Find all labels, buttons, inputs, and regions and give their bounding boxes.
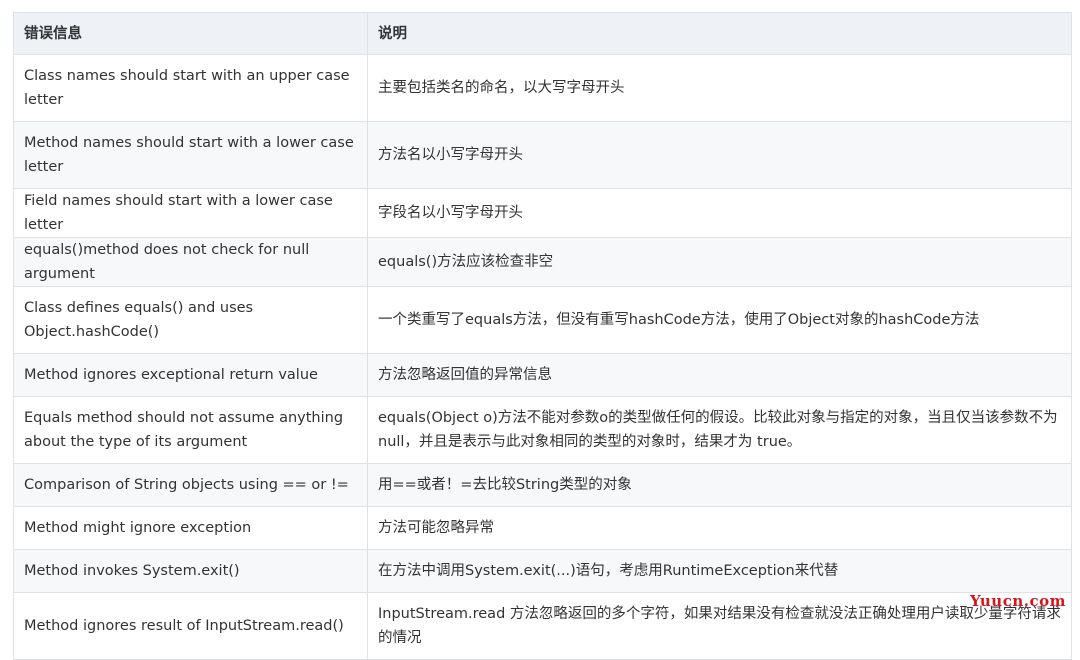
- table-row: Class defines equals() and uses Object.h…: [13, 286, 1072, 354]
- error-message-cell: Method ignores result of InputStream.rea…: [13, 592, 368, 660]
- header-error-info: 错误信息: [13, 12, 368, 55]
- description-cell: equals()方法应该检查非空: [367, 237, 1072, 287]
- description-cell: 方法可能忽略异常: [367, 506, 1072, 550]
- error-info-table-container: 错误信息 说明 Class names should start with an…: [13, 12, 1072, 660]
- error-message-cell: Field names should start with a lower ca…: [13, 188, 368, 238]
- error-message-cell: Method invokes System.exit(): [13, 549, 368, 593]
- table-row: equals()method does not check for null a…: [13, 237, 1072, 287]
- description-cell: 一个类重写了equals方法，但没有重写hashCode方法，使用了Object…: [367, 286, 1072, 354]
- table-row: Equals method should not assume anything…: [13, 396, 1072, 464]
- description-cell: equals(Object o)方法不能对参数o的类型做任何的假设。比较此对象与…: [367, 396, 1072, 464]
- table-row: Method might ignore exception 方法可能忽略异常: [13, 506, 1072, 550]
- table-row: Method ignores exceptional return value …: [13, 353, 1072, 397]
- description-cell: 字段名以小写字母开头: [367, 188, 1072, 238]
- description-cell: InputStream.read 方法忽略返回的多个字符，如果对结果没有检查就没…: [367, 592, 1072, 660]
- table-row: Method ignores result of InputStream.rea…: [13, 592, 1072, 660]
- table-row: Class names should start with an upper c…: [13, 54, 1072, 122]
- error-message-cell: Method might ignore exception: [13, 506, 368, 550]
- table-row: Method names should start with a lower c…: [13, 121, 1072, 189]
- description-cell: 在方法中调用System.exit(...)语句，考虑用RuntimeExcep…: [367, 549, 1072, 593]
- description-cell: 用==或者！=去比较String类型的对象: [367, 463, 1072, 507]
- table-row: Field names should start with a lower ca…: [13, 188, 1072, 238]
- header-description: 说明: [367, 12, 1072, 55]
- table-header-row: 错误信息 说明: [13, 12, 1072, 55]
- error-message-cell: Class names should start with an upper c…: [13, 54, 368, 122]
- table-row: Comparison of String objects using == or…: [13, 463, 1072, 507]
- description-cell: 方法忽略返回值的异常信息: [367, 353, 1072, 397]
- error-message-cell: Method ignores exceptional return value: [13, 353, 368, 397]
- error-message-cell: Method names should start with a lower c…: [13, 121, 368, 189]
- error-message-cell: equals()method does not check for null a…: [13, 237, 368, 287]
- error-message-cell: Comparison of String objects using == or…: [13, 463, 368, 507]
- error-info-table: 错误信息 说明 Class names should start with an…: [13, 12, 1072, 660]
- error-message-cell: Class defines equals() and uses Object.h…: [13, 286, 368, 354]
- error-message-cell: Equals method should not assume anything…: [13, 396, 368, 464]
- description-cell: 方法名以小写字母开头: [367, 121, 1072, 189]
- table-row: Method invokes System.exit() 在方法中调用Syste…: [13, 549, 1072, 593]
- description-cell: 主要包括类名的命名，以大写字母开头: [367, 54, 1072, 122]
